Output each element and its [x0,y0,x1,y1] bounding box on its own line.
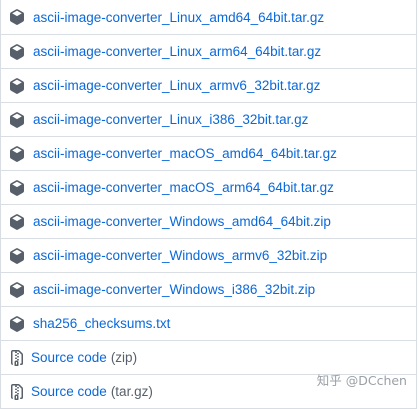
asset-link[interactable]: ascii-image-converter_Windows_i386_32bit… [33,282,315,297]
asset-link[interactable]: ascii-image-converter_Windows_amd64_64bi… [33,214,331,229]
asset-link[interactable]: ascii-image-converter_macOS_amd64_64bit.… [33,146,337,161]
asset-row[interactable]: ascii-image-converter_macOS_arm64_64bit.… [1,170,416,204]
asset-link[interactable]: sha256_checksums.txt [33,316,170,331]
package-icon [9,281,25,298]
watermark: 知乎 @DCchen [316,373,407,388]
package-icon [9,111,25,128]
source-code-row[interactable]: Source code (zip) [1,340,416,374]
source-code-link[interactable]: Source code [31,384,107,399]
asset-row[interactable]: sha256_checksums.txt [1,306,416,340]
source-code-format: (tar.gz) [110,384,153,399]
asset-row[interactable]: ascii-image-converter_Windows_amd64_64bi… [1,204,416,238]
asset-row[interactable]: ascii-image-converter_Linux_i386_32bit.t… [1,102,416,136]
package-icon [9,145,25,162]
file-zip-icon [9,383,25,400]
asset-row[interactable]: ascii-image-converter_Windows_i386_32bit… [1,272,416,306]
asset-link[interactable]: ascii-image-converter_Linux_armv6_32bit.… [33,78,320,93]
package-icon [9,77,25,94]
asset-link[interactable]: ascii-image-converter_Linux_amd64_64bit.… [33,10,324,25]
package-icon [9,247,25,264]
asset-link[interactable]: ascii-image-converter_Linux_i386_32bit.t… [33,112,308,127]
asset-row[interactable]: ascii-image-converter_Linux_armv6_32bit.… [1,68,416,102]
file-zip-icon [9,349,25,366]
source-code-link[interactable]: Source code [31,350,107,365]
package-icon [9,9,25,25]
asset-link[interactable]: ascii-image-converter_Windows_armv6_32bi… [33,248,327,263]
release-assets-list: ascii-image-converter_Linux_amd64_64bit.… [0,0,417,409]
package-icon [9,315,25,332]
source-code-format: (zip) [110,350,138,365]
package-icon [9,179,25,196]
package-icon [9,43,25,60]
asset-link[interactable]: ascii-image-converter_macOS_arm64_64bit.… [33,180,334,195]
package-icon [9,213,25,230]
asset-row[interactable]: ascii-image-converter_Linux_amd64_64bit.… [1,0,416,34]
asset-row[interactable]: ascii-image-converter_Windows_armv6_32bi… [1,238,416,272]
asset-row[interactable]: ascii-image-converter_Linux_arm64_64bit.… [1,34,416,68]
asset-row[interactable]: ascii-image-converter_macOS_amd64_64bit.… [1,136,416,170]
asset-link[interactable]: ascii-image-converter_Linux_arm64_64bit.… [33,44,321,59]
